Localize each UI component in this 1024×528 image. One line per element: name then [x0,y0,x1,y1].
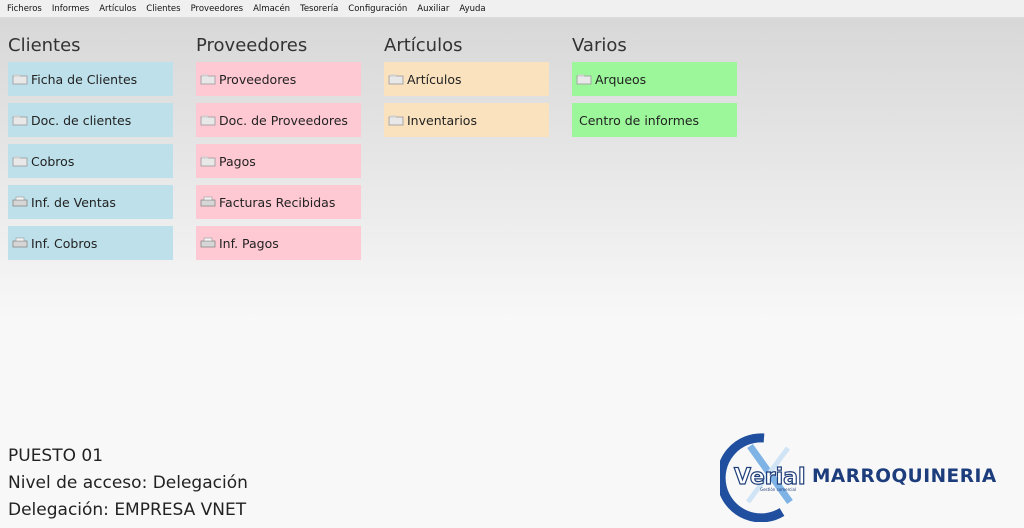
tile-pagos[interactable]: Pagos [196,144,361,178]
delegation-label: Delegación: EMPRESA VNET [8,500,247,520]
tile-label: Inventarios [407,112,477,128]
tile-label: Arqueos [595,71,647,87]
tile-label: Doc. de Proveedores [219,112,348,128]
tile-label: Ficha de Clientes [31,71,138,87]
logo-tagline-text: Gestión comercial [760,487,796,492]
tile-label: Cobros [31,153,75,169]
menu-ayuda[interactable]: Ayuda [454,0,490,18]
printer-icon [12,196,28,207]
column-title-clientes: Clientes [8,35,81,56]
session-info: PUESTO 01 Nivel de acceso: Delegación De… [8,444,248,525]
access-level-label: Nivel de acceso: Delegación [8,473,248,493]
tile-cobros[interactable]: Cobros [8,144,173,178]
tile-doc-de-proveedores[interactable]: Doc. de Proveedores [196,103,361,137]
tile-label: Facturas Recibidas [219,194,336,210]
tile-proveedores[interactable]: Proveedores [196,62,361,96]
tile-articulos[interactable]: Artículos [384,62,549,96]
folder-icon [12,156,28,167]
tile-ficha-de-clientes[interactable]: Ficha de Clientes [8,62,173,96]
company-name: MARROQUINERIA [812,466,997,487]
tile-label: Inf. Cobros [31,235,98,251]
tile-inventarios[interactable]: Inventarios [384,103,549,137]
folder-icon [12,74,28,85]
folder-icon [200,74,216,85]
menu-clientes[interactable]: Clientes [141,0,185,18]
menu-auxiliar[interactable]: Auxiliar [412,0,454,18]
folder-icon [388,74,404,85]
tile-inf-cobros[interactable]: Inf. Cobros [8,226,173,260]
tile-label: Proveedores [219,71,297,87]
menu-ficheros[interactable]: Ficheros [2,0,47,18]
column-proveedores: Proveedores Proveedores Doc. de Proveedo… [196,34,361,267]
tile-label: Inf. de Ventas [31,194,116,210]
folder-icon [200,115,216,126]
menu-bar: Ficheros Informes Artículos Clientes Pro… [0,0,1024,18]
column-title-articulos: Artículos [384,35,463,56]
folder-icon [12,115,28,126]
column-title-varios: Varios [572,35,627,56]
column-clientes: Clientes Ficha de Clientes Doc. de clien… [8,34,173,267]
tile-facturas-recibidas[interactable]: Facturas Recibidas [196,185,361,219]
printer-icon [12,237,28,248]
folder-icon [388,115,404,126]
menu-tesoreria[interactable]: Tesorería [295,0,343,18]
tile-label: Inf. Pagos [219,235,279,251]
tile-centro-de-informes[interactable]: Centro de informes [572,103,737,137]
tile-doc-de-clientes[interactable]: Doc. de clientes [8,103,173,137]
folder-icon [576,74,592,85]
menu-configuracion[interactable]: Configuración [343,0,412,18]
tile-inf-pagos[interactable]: Inf. Pagos [196,226,361,260]
menu-proveedores[interactable]: Proveedores [186,0,249,18]
tile-label: Centro de informes [579,112,700,128]
tile-label: Doc. de clientes [31,112,132,128]
menu-articulos[interactable]: Artículos [94,0,141,18]
workstation-label: PUESTO 01 [8,446,104,466]
tile-label: Artículos [407,71,462,87]
menu-almacen[interactable]: Almacén [248,0,295,18]
printer-icon [200,196,216,207]
tile-arqueos[interactable]: Arqueos [572,62,737,96]
printer-icon [200,237,216,248]
column-title-proveedores: Proveedores [196,35,308,56]
column-articulos: Artículos Artículos Inventarios [384,34,549,144]
column-varios: Varios Arqueos Centro de informes [572,34,737,144]
folder-icon [200,156,216,167]
menu-informes[interactable]: Informes [47,0,94,18]
tile-label: Pagos [219,153,256,169]
tile-inf-de-ventas[interactable]: Inf. de Ventas [8,185,173,219]
verial-logo-icon: Verial Gestión comercial [720,433,806,522]
brand-logo: Verial Gestión comercial MARROQUINERIA [720,432,1020,522]
